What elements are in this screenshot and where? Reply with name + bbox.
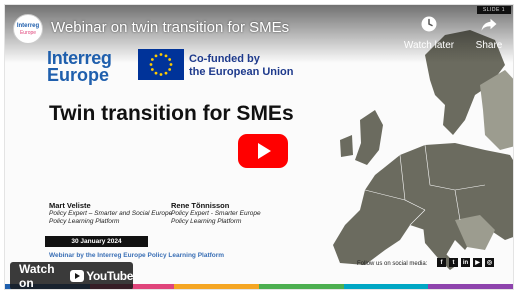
eu-star <box>150 58 154 61</box>
slide-number-tag: SLIDE 1 <box>476 6 511 14</box>
interreg-europe-logo: Interreg Europe <box>47 49 112 85</box>
share-label: Share <box>475 40 503 51</box>
video-player[interactable]: Interreg Europe Webinar on twin transiti… <box>4 4 514 290</box>
eu-star <box>149 63 153 66</box>
speaker-org: Policy Learning Platform <box>171 218 242 225</box>
youtube-wordmark: YouTube <box>86 269 133 283</box>
slide-heading: Twin transition for SMEs <box>49 102 294 125</box>
facebook-icon: f <box>437 258 446 267</box>
logo-line2: Europe <box>47 65 110 85</box>
eu-star <box>154 54 158 58</box>
watch-later-button[interactable]: Watch later <box>401 15 457 51</box>
watch-on-label: Watch on <box>19 262 55 290</box>
avatar-text-line1: Interreg <box>16 22 40 29</box>
youtube-logo-icon <box>69 270 85 282</box>
share-arrow-icon <box>481 18 497 31</box>
cofunded-line1: Co-funded by <box>189 53 260 65</box>
follow-social-text: Follow us on social media: <box>357 261 428 267</box>
share-button[interactable]: Share <box>471 15 507 51</box>
linkedin-icon: in <box>461 258 470 267</box>
speaker-2: Rene Tõnnisson Policy Expert - Smarter E… <box>171 202 261 226</box>
video-title-link[interactable]: Webinar on twin transition for SMEs <box>51 19 289 36</box>
speaker-role: Policy Expert - Smarter Europe <box>171 210 261 217</box>
eu-star <box>154 71 158 75</box>
eu-star <box>150 68 154 71</box>
watch-on-youtube-button[interactable]: Watch on YouTube <box>10 262 133 290</box>
speaker-org: Policy Learning Platform <box>49 218 120 225</box>
cofunded-text: Co-funded by the European Union <box>189 53 294 79</box>
eu-star <box>169 63 173 66</box>
clock-icon <box>421 16 437 32</box>
strip-segment <box>343 284 429 289</box>
twitter-icon: t <box>449 258 458 267</box>
eu-flag-icon <box>138 49 184 80</box>
youtube-icon: ▶ <box>473 258 482 267</box>
channel-avatar[interactable]: Interreg Europe <box>13 14 43 44</box>
play-button[interactable] <box>238 134 288 168</box>
webinar-date: 30 January 2024 <box>45 236 148 247</box>
speaker-role: Policy Expert – Smarter and Social Europ… <box>49 210 173 217</box>
eu-star <box>164 54 168 58</box>
strip-segment <box>174 284 260 289</box>
instagram-icon: ◎ <box>485 258 494 267</box>
avatar-text-line2: Europe <box>19 29 37 36</box>
eu-star <box>159 73 163 76</box>
speaker-name: Mart Veliste <box>49 201 91 210</box>
eu-star <box>164 71 168 75</box>
speaker-1: Mart Veliste Policy Expert – Smarter and… <box>49 202 172 226</box>
watch-later-label: Watch later <box>403 40 455 51</box>
strip-segment <box>428 284 513 289</box>
eu-star <box>168 68 172 71</box>
speaker-name: Rene Tõnnisson <box>171 201 230 210</box>
strip-segment <box>259 284 344 289</box>
eu-star <box>159 53 163 56</box>
cofunded-line2: the European Union <box>189 66 294 78</box>
play-icon <box>258 143 271 159</box>
social-icons: f t in ▶ ◎ <box>437 258 494 267</box>
eu-star <box>168 58 172 61</box>
webinar-organizer-text: Webinar by the Interreg Europe Policy Le… <box>49 252 225 259</box>
